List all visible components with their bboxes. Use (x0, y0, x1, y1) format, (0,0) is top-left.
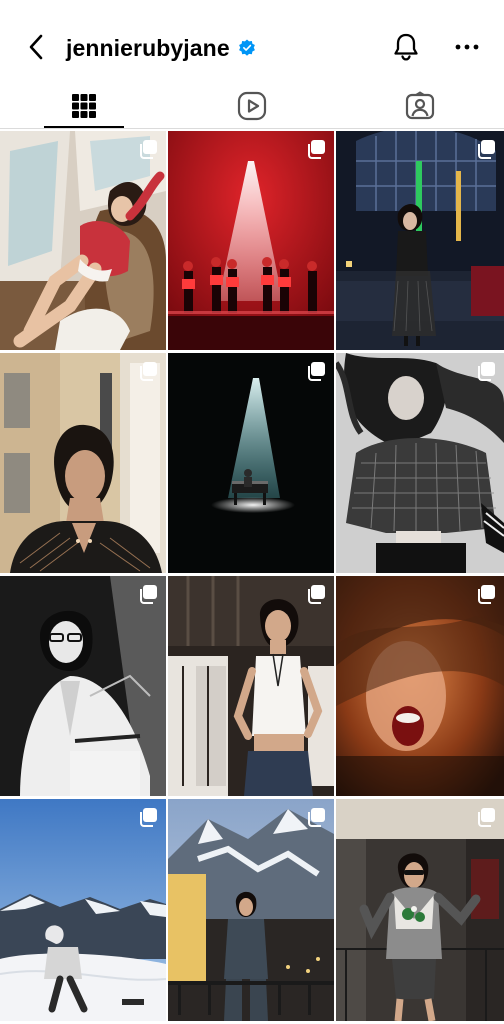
post-thumbnail[interactable] (168, 353, 334, 573)
post-image (0, 353, 166, 573)
post-thumbnail[interactable] (168, 799, 334, 1021)
profile-tabs (0, 82, 504, 130)
post-image (336, 799, 504, 1021)
post-image (0, 799, 166, 1021)
post-thumbnail[interactable] (336, 131, 504, 350)
multiple-images-icon (140, 140, 157, 159)
multiple-images-icon (140, 585, 157, 604)
chevron-left-icon (29, 34, 43, 60)
post-thumbnail[interactable] (168, 576, 334, 796)
post-thumbnail[interactable] (0, 576, 166, 796)
post-image (336, 576, 504, 796)
profile-title: jennierubyjane (66, 30, 256, 66)
verified-badge-icon (238, 39, 256, 57)
post-image (168, 353, 334, 573)
post-thumbnail[interactable] (336, 799, 504, 1021)
tab-tagged[interactable] (336, 82, 504, 130)
profile-header: jennierubyjane (0, 0, 504, 88)
more-options-button[interactable] (452, 34, 482, 60)
post-image (0, 576, 166, 796)
reels-icon (237, 91, 267, 121)
tabs-divider (0, 128, 504, 129)
notifications-button[interactable] (390, 30, 422, 64)
multiple-images-icon (478, 808, 495, 827)
bell-icon (394, 33, 418, 61)
back-button[interactable] (22, 30, 50, 64)
post-thumbnail[interactable] (336, 576, 504, 796)
multiple-images-icon (478, 585, 495, 604)
multiple-images-icon (308, 362, 325, 381)
multiple-images-icon (308, 585, 325, 604)
multiple-images-icon (308, 140, 325, 159)
tagged-user-icon (405, 91, 435, 120)
more-horizontal-icon (455, 44, 479, 50)
multiple-images-icon (140, 808, 157, 827)
post-thumbnail[interactable] (336, 353, 504, 573)
post-image (168, 576, 334, 796)
multiple-images-icon (478, 362, 495, 381)
post-thumbnail[interactable] (0, 131, 166, 350)
tab-reels[interactable] (168, 82, 336, 130)
post-image (0, 131, 166, 350)
username: jennierubyjane (66, 34, 230, 61)
multiple-images-icon (478, 140, 495, 159)
multiple-images-icon (308, 808, 325, 827)
post-image (168, 131, 334, 350)
post-thumbnail[interactable] (0, 799, 166, 1021)
post-image (168, 799, 334, 1021)
post-thumbnail[interactable] (168, 131, 334, 350)
grid-icon (72, 94, 96, 118)
post-thumbnail[interactable] (0, 353, 166, 573)
multiple-images-icon (140, 362, 157, 381)
tab-posts[interactable] (0, 82, 168, 130)
post-image (336, 353, 504, 573)
post-image (336, 131, 504, 350)
posts-grid (0, 131, 504, 1024)
